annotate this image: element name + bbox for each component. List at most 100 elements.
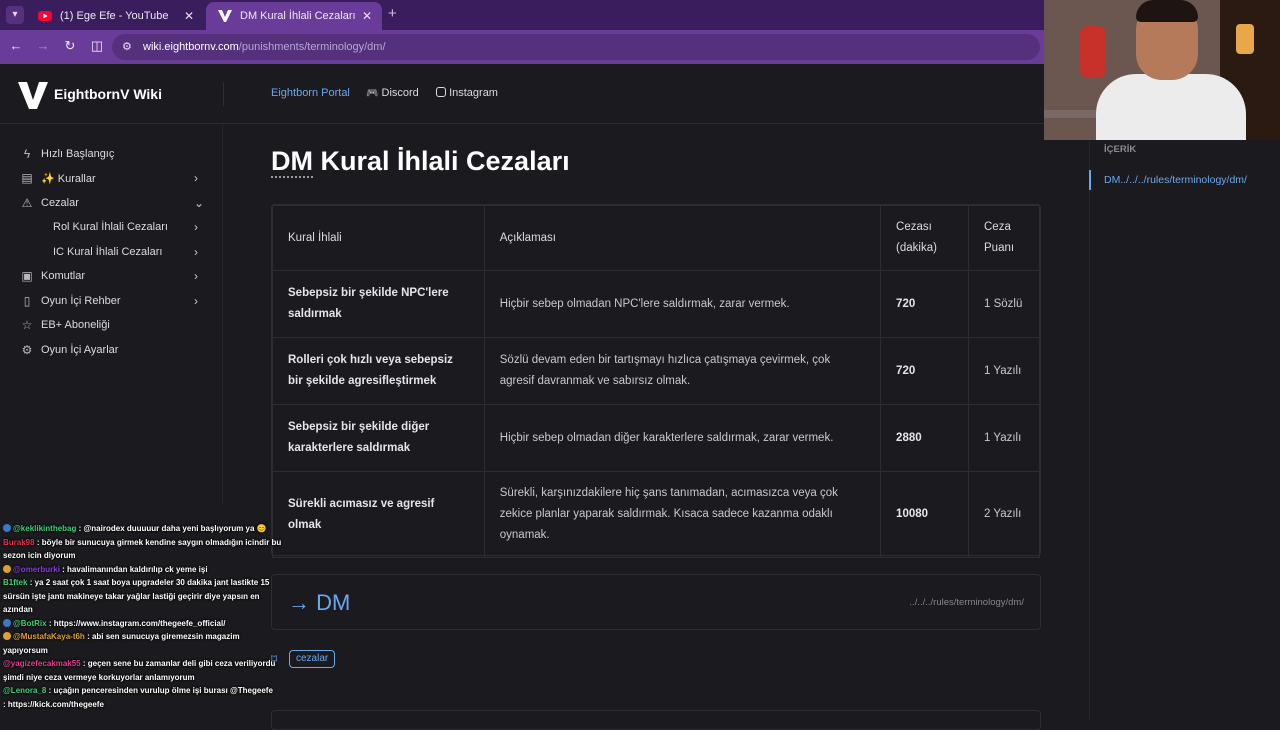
warning-icon: ⚠ (21, 196, 33, 210)
sidebar-item-label: Oyun İçi Rehber (41, 295, 121, 307)
sidebar-toggle-icon[interactable]: ◫ (88, 38, 106, 54)
chat-username: Burak98 (3, 537, 35, 547)
chat-badge-icon (3, 632, 11, 640)
chat-message: @BotRix : https://www.instagram.com/theg… (0, 617, 285, 631)
column-header: Cezası (dakika) (880, 205, 969, 271)
chat-badge-icon (3, 524, 11, 532)
chat-text: : @nairodex duuuuur daha yeni başlıyorum… (78, 524, 267, 533)
chat-message: @Lenora_8 : uçağın penceresinden vurulup… (0, 684, 285, 698)
dm-abbreviation[interactable]: DM (271, 146, 313, 178)
table-row: Sebepsiz bir şekilde NPC'lere saldırmak … (272, 270, 1040, 338)
chevron-right-icon[interactable]: › (194, 245, 198, 259)
toc-item[interactable]: DM../../../rules/terminology/dm/ (1104, 174, 1247, 186)
chevron-right-icon[interactable]: › (194, 294, 198, 308)
points-cell: 1 Yazılı (968, 404, 1040, 472)
book-icon: ▤ (21, 171, 33, 185)
tab-youtube[interactable]: (1) Ege Efe - YouTube ✕ (26, 2, 204, 30)
sidebar-item-eb-aboneligi[interactable]: ☆ EB+ Aboneliği (0, 315, 223, 337)
url-path: /punishments/terminology/dm/ (238, 41, 386, 53)
chat-username: @MustafaKaya-t6h (13, 632, 85, 641)
discord-link[interactable]: 🎮 Discord (366, 87, 419, 99)
duration-cell: 720 (880, 270, 969, 338)
sidebar-item-label: Oyun İçi Ayarlar (41, 344, 119, 356)
chat-text: : havalimanından kaldırılıp ck yeme işi (62, 564, 208, 574)
site-title[interactable]: EightbornV Wiki (54, 86, 162, 102)
chat-message: @yagizefecakmak55 : geçen sene bu zamanl… (0, 657, 285, 684)
sidebar-item-oyun-ici-rehber[interactable]: ▯ Oyun İçi Rehber › (0, 291, 223, 313)
sidebar-item-label: Komutlar (41, 270, 86, 282)
dm-card-title: → DM (288, 590, 350, 616)
description-cell: Sözlü devam eden bir tartışmayı hızlıca … (483, 337, 882, 405)
toc-header: İÇERİK (1104, 144, 1137, 155)
chat-badge-icon (3, 564, 11, 573)
next-section-card[interactable] (271, 710, 1041, 730)
eightborn-portal-link[interactable]: Eightborn Portal (271, 87, 350, 99)
eightborn-v-icon (218, 10, 232, 22)
chat-username: @omerburki (13, 564, 60, 574)
gear-icon: ⚙ (21, 343, 33, 357)
webcam-person-hair (1136, 0, 1198, 22)
instagram-link[interactable]: Instagram (436, 87, 498, 99)
chat-username: @Lenora_8 (3, 686, 47, 695)
duration-cell: 2880 (880, 404, 969, 472)
toc-divider (1089, 125, 1090, 720)
eightborn-v-logo[interactable] (18, 80, 48, 110)
chat-text: : https://kick.com/thegeefe (3, 699, 104, 709)
url-text: wiki.eightbornv.com/punishments/terminol… (143, 41, 386, 53)
address-bar[interactable]: ⚙ wiki.eightbornv.com/punishments/termin… (112, 34, 1040, 60)
chat-message: : https://kick.com/thegeefe (0, 698, 285, 712)
points-cell: 2 Yazılı (968, 471, 1040, 558)
penalty-table: Kural İhlali Açıklaması Cezası (dakika) … (271, 204, 1041, 558)
chat-message: Burak98 : böyle bir sunucuya girmek kend… (0, 536, 285, 563)
dm-card-label: DM (316, 590, 351, 615)
sidebar-item-komutlar[interactable]: ▣ Komutlar › (0, 266, 223, 288)
dm-link-card[interactable]: → DM ../../../rules/terminology/dm/ (271, 574, 1041, 630)
chevron-down-icon[interactable]: ⌄ (194, 196, 204, 210)
table-row: Sürekli acımasız ve agresif olmak Sürekl… (272, 471, 1040, 558)
sidebar-item-cezalar[interactable]: ⚠ Cezalar ⌄ (0, 193, 223, 215)
reload-icon[interactable]: ↻ (61, 38, 79, 54)
column-header: Açıklaması (483, 205, 882, 271)
webcam-figurine (1080, 26, 1106, 78)
column-header: Ceza Puanı (968, 205, 1040, 271)
chevron-right-icon[interactable]: › (194, 220, 198, 234)
close-tab-icon[interactable]: ✕ (184, 2, 194, 30)
new-tab-button[interactable]: + (388, 5, 397, 22)
site-info-icon[interactable]: ⚙ (122, 40, 132, 53)
chat-text: : böyle bir sunucuya girmek kendine sayg… (3, 537, 282, 561)
site-header: EightbornV Wiki Eightborn Portal 🎮 Disco… (0, 64, 1044, 124)
header-divider (223, 82, 224, 106)
sidebar-item-label: ✨ Kurallar (41, 173, 96, 185)
arrow-right-icon: → (288, 590, 310, 615)
tab-title: (1) Ege Efe - YouTube (60, 10, 169, 22)
description-cell: Hiçbir sebep olmadan diğer karakterlere … (483, 404, 882, 472)
sidebar-item-hizli-baslangic[interactable]: ϟ Hızlı Başlangıç (0, 144, 223, 166)
chat-badge-icon (3, 618, 11, 627)
description-cell: Hiçbir sebep olmadan NPC'lere saldırmak,… (483, 270, 882, 338)
chevron-right-icon[interactable]: › (194, 171, 198, 185)
star-icon: ☆ (21, 318, 33, 332)
sidebar-item-ic-kural[interactable]: IC Kural İhlali Cezaları › (0, 242, 223, 264)
webcam-shelf (1044, 110, 1104, 118)
forward-icon[interactable]: → (34, 38, 52, 53)
chevron-right-icon[interactable]: › (194, 269, 198, 283)
url-host: wiki.eightbornv.com (143, 41, 239, 53)
sidebar-item-rol-kural[interactable]: Rol Kural İhlali Cezaları › (0, 217, 223, 239)
close-tab-icon[interactable]: ✕ (362, 2, 372, 30)
violation-cell: Sebepsiz bir şekilde NPC'lere saldırmak (272, 270, 485, 338)
column-header: Kural İhlali (272, 205, 485, 271)
back-icon[interactable]: ← (7, 38, 25, 53)
tab-search-icon[interactable]: ▾ (6, 6, 24, 24)
chat-username: B1ftek (3, 578, 28, 587)
webcam-lamp (1236, 24, 1254, 54)
webcam-overlay (1044, 0, 1280, 140)
chat-username: @yagizefecakmak55 (3, 659, 81, 668)
tag-cezalar[interactable]: cezalar (289, 650, 336, 668)
sidebar: ϟ Hızlı Başlangıç ▤ ✨ Kurallar › ⚠ Cezal… (0, 125, 223, 505)
description-cell: Sürekli, karşınızdakilere hiç şans tanım… (483, 471, 882, 558)
sidebar-item-kurallar[interactable]: ▤ ✨ Kurallar › (0, 168, 223, 190)
sidebar-item-oyun-ici-ayarlar[interactable]: ⚙ Oyun İçi Ayarlar (0, 340, 223, 362)
tab-dm-kural[interactable]: DM Kural İhlali Cezaları ✕ (206, 2, 382, 30)
chat-text: : https://www.instagram.com/thegeefe_off… (48, 618, 226, 628)
chat-message: @keklikinthebag : @nairodex duuuuur daha… (0, 522, 285, 536)
